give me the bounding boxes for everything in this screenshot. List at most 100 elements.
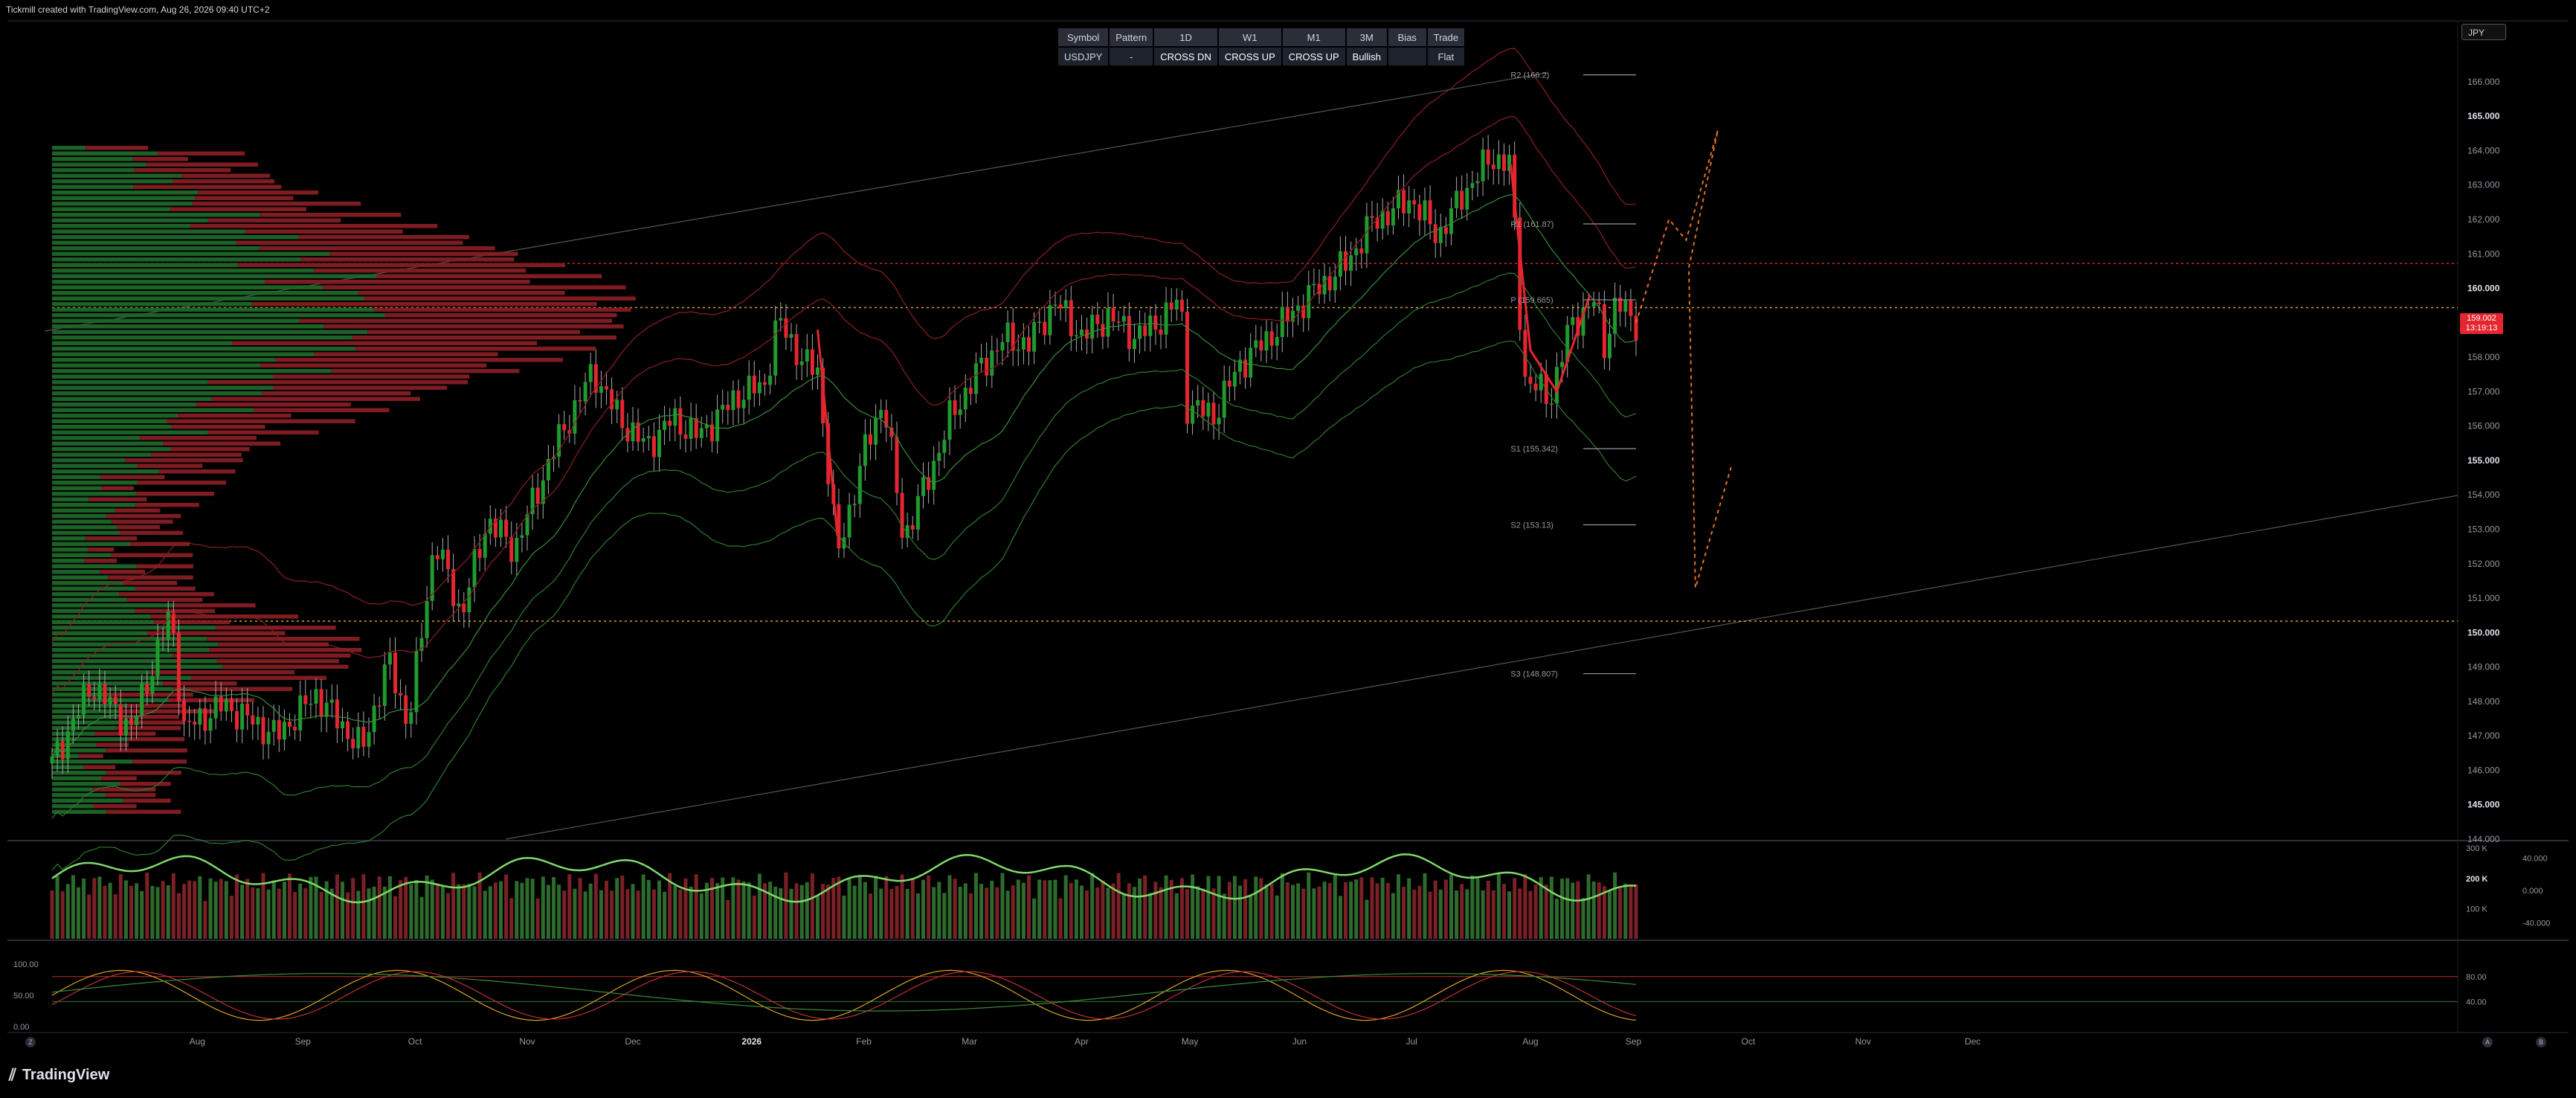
volume-profile-bar-down xyxy=(84,559,117,563)
candle-body xyxy=(1496,154,1501,170)
last-price: 159.002 xyxy=(2467,314,2496,323)
price-tick-19: 146.000 xyxy=(2467,765,2500,775)
candle-body xyxy=(1629,300,1633,316)
volume-profile-bar-up xyxy=(52,358,276,362)
time-label-9: May xyxy=(1182,1036,1199,1047)
volume-bar xyxy=(747,882,751,939)
volume-profile-bar-down xyxy=(140,436,257,440)
currency-selector[interactable]: JPY xyxy=(2461,24,2506,40)
volume-bar xyxy=(140,890,144,939)
volume-bar xyxy=(161,881,165,939)
candle-body xyxy=(123,719,128,736)
volume-bar xyxy=(1238,885,1242,939)
volume-bar xyxy=(240,884,245,939)
volume-profile-bar-down xyxy=(190,224,438,228)
candle-body xyxy=(208,718,213,731)
volume-bar xyxy=(869,893,872,939)
candle-body xyxy=(129,719,133,725)
candle-body xyxy=(319,689,323,717)
volume-profile-bar-down xyxy=(259,246,495,251)
candle-body xyxy=(805,349,809,362)
volume-profile-bar-down xyxy=(173,653,351,658)
signal-value-0: USDJPY xyxy=(1058,48,1109,65)
volume-bar xyxy=(150,885,155,939)
candle-body xyxy=(176,632,181,701)
volume-bar xyxy=(1507,891,1512,939)
volume-bar xyxy=(826,884,831,939)
price-chart[interactable]: 166.000 165.000 164.000 163.000 162.000 161.0… xyxy=(0,0,2576,1098)
candle-body xyxy=(387,652,392,665)
candle-body xyxy=(1058,304,1063,309)
volume-bar xyxy=(335,874,339,939)
volume-bar xyxy=(610,890,614,939)
candle-body xyxy=(324,702,329,717)
volume-profile-bar-down xyxy=(134,168,231,173)
candle-body xyxy=(203,708,207,731)
volume-bar xyxy=(1254,876,1258,939)
signal-header-6: Bias xyxy=(1388,28,1426,46)
volume-bar xyxy=(488,886,492,939)
volume-bar xyxy=(499,881,503,939)
volume-profile-bar-down xyxy=(129,737,185,742)
price-tick-3: 163.000 xyxy=(2467,180,2500,190)
volume-bar xyxy=(176,893,181,939)
volume-profile-bar-up xyxy=(52,637,207,641)
candle-body xyxy=(699,428,703,438)
volume-profile-bar-down xyxy=(106,748,187,753)
volume-profile-bar-up xyxy=(52,190,199,195)
zoom-reset-button[interactable]: Z xyxy=(25,1037,36,1047)
volume-bar xyxy=(229,896,234,939)
volume-profile-bar-down xyxy=(216,659,339,664)
volume-profile-bar-down xyxy=(373,307,631,312)
candle-body xyxy=(346,721,350,739)
axis-settings-button[interactable]: B xyxy=(2536,1037,2546,1047)
candle-body xyxy=(963,388,967,410)
signal-table: Symbol Pattern 1D W1 M1 3M Bias Trade USDJPY - CR… xyxy=(1057,27,1466,67)
volume-profile-bar-up xyxy=(52,492,137,496)
volume-bar xyxy=(915,893,920,939)
volume-bar xyxy=(1491,890,1495,939)
volume-profile-bar-down xyxy=(170,207,306,211)
volume-profile-bar-up xyxy=(52,653,173,658)
volume-bar xyxy=(504,874,509,939)
candle-body xyxy=(1475,181,1480,184)
volume-bar xyxy=(1370,877,1374,939)
candle-body xyxy=(1428,200,1432,225)
time-label-5: 2026 xyxy=(741,1036,761,1047)
volume-profile-bar-up xyxy=(52,776,102,780)
volume-profile-bar-up xyxy=(52,447,170,452)
candle-body xyxy=(599,386,603,393)
volume-bar xyxy=(1143,875,1147,939)
volume-bar xyxy=(451,873,456,939)
volume-profile-bar-down xyxy=(100,486,134,490)
volume-bar xyxy=(446,893,450,939)
candle-body xyxy=(1053,304,1057,306)
volume-bar xyxy=(1074,879,1078,939)
time-label-6: Feb xyxy=(856,1036,872,1047)
volume-bar xyxy=(1560,879,1565,939)
candle-body xyxy=(757,382,761,394)
volume-profile-bar-up xyxy=(52,525,117,530)
volume-profile-bar-up xyxy=(52,202,193,206)
candle-body xyxy=(947,400,952,440)
time-label-16: Dec xyxy=(1965,1036,1980,1047)
volume-bar xyxy=(224,881,228,939)
time-label-14: Oct xyxy=(1742,1036,1756,1047)
volume-bar xyxy=(50,890,54,939)
volume-profile-bar-up xyxy=(52,603,175,608)
tradingview-logo[interactable]: ⫽ TradingView xyxy=(9,1065,109,1085)
volume-profile-bar-down xyxy=(106,514,181,518)
candle-body xyxy=(1174,299,1179,310)
candle-body xyxy=(784,318,788,338)
volume-bar xyxy=(1037,879,1042,939)
volume-profile-bar-up xyxy=(52,514,107,518)
volume-bar xyxy=(1544,884,1548,939)
volume-profile-bar-down xyxy=(120,530,184,535)
candle-body xyxy=(451,569,456,606)
volume-bar xyxy=(1174,893,1179,939)
volume-bar xyxy=(171,873,176,939)
auto-scale-button[interactable]: A xyxy=(2482,1037,2493,1047)
volume-bar xyxy=(578,878,582,939)
pivot-label-1: R1 (161.87) xyxy=(1510,220,1553,229)
candle-body xyxy=(641,438,645,442)
